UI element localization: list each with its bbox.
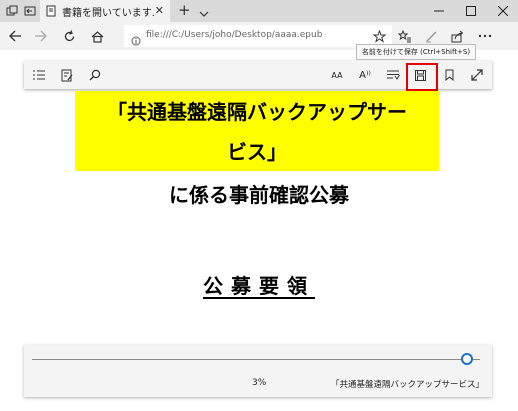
text-options-icon[interactable]: AA <box>326 61 348 89</box>
section-heading: 公募要領 <box>0 270 518 299</box>
more-options-icon[interactable] <box>474 22 496 50</box>
maximize-button[interactable] <box>456 0 486 22</box>
bookmark-icon[interactable] <box>438 61 460 89</box>
save-button-highlight <box>406 63 438 91</box>
title-line-2: ビス」 <box>227 140 287 164</box>
progress-percent: 3% <box>252 378 267 388</box>
minimize-button[interactable] <box>424 0 454 22</box>
reading-progress-panel: 3% 「共通基盤遠隔バックアップサービス」 <box>24 345 492 397</box>
notes-icon[interactable] <box>56 61 78 89</box>
book-tab-icon <box>46 5 56 17</box>
back-arrow-icon[interactable] <box>4 22 26 50</box>
close-window-button[interactable] <box>488 0 518 22</box>
active-tab[interactable]: 書籍を開いています... ✕ <box>40 0 170 22</box>
search-icon[interactable] <box>84 61 106 89</box>
table-of-contents-icon[interactable] <box>28 61 50 89</box>
tab-close-icon[interactable]: ✕ <box>155 4 164 17</box>
read-aloud-icon[interactable]: A⁾⁾ <box>354 61 376 89</box>
forward-arrow-icon[interactable] <box>30 22 52 50</box>
title-bar: 書籍を開いています... ✕ + <box>0 0 518 22</box>
set-aside-tabs-icon[interactable] <box>22 0 38 22</box>
section-heading-text: 公募要領 <box>203 274 315 298</box>
address-bar[interactable]: file:///C:/Users/joho/Desktop/aaaa.epub <box>124 25 392 47</box>
grammar-tools-icon[interactable] <box>382 61 404 89</box>
current-chapter-title: 「共通基盤遠隔バックアップサービス」 <box>330 380 484 390</box>
new-tab-button[interactable]: + <box>178 1 191 19</box>
subtitle: に係る事前確認公募 <box>169 183 349 207</box>
refresh-icon[interactable] <box>58 22 80 50</box>
url-text: file:///C:/Users/joho/Desktop/aaaa.epub <box>146 30 323 40</box>
tab-list-chevron-icon[interactable] <box>198 4 210 23</box>
save-as-tooltip: 名前を付けて保存 (Ctrl+Shift+S) <box>356 44 476 60</box>
title-line-1: 「共通基盤遠隔バックアップサー <box>107 100 407 124</box>
tab-title: 書籍を開いています... <box>62 7 156 19</box>
tab-preview-icon[interactable] <box>4 0 20 22</box>
progress-track[interactable] <box>32 359 480 360</box>
fullscreen-expand-icon[interactable] <box>466 61 488 89</box>
progress-slider-thumb[interactable] <box>460 353 473 365</box>
page-info-icon[interactable] <box>131 31 141 50</box>
home-icon[interactable] <box>86 22 108 50</box>
